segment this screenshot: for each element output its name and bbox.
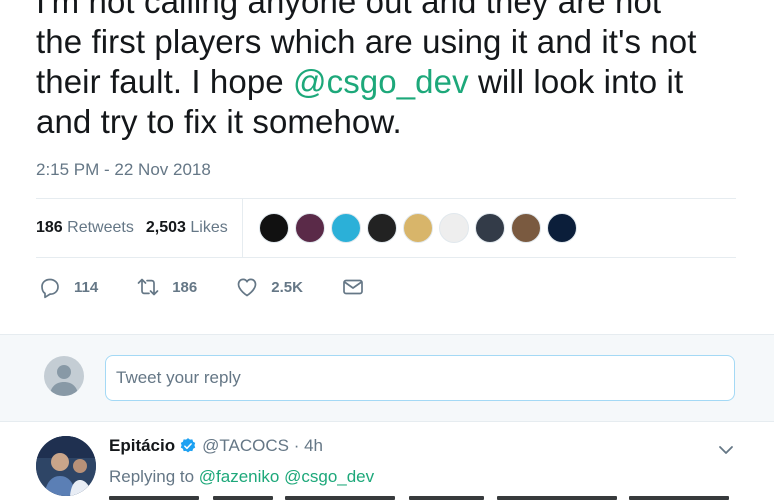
reply-text-cutoff [109, 484, 749, 500]
tweet-text-segment: will look into it [468, 63, 684, 100]
heart-icon [237, 278, 257, 297]
reply-button[interactable]: 114 [38, 275, 98, 299]
user-photo-icon [36, 436, 96, 496]
retweet-icon [137, 278, 159, 296]
avatar[interactable] [36, 436, 96, 496]
direct-message-button[interactable] [341, 275, 365, 299]
text-fragment [497, 496, 617, 500]
divider [241, 199, 243, 257]
tweet-time[interactable]: · 4h [294, 436, 323, 456]
text-fragment [409, 496, 484, 500]
default-user-icon [50, 365, 78, 396]
liker-avatar[interactable] [366, 213, 397, 243]
liker-avatar[interactable] [474, 213, 505, 243]
likes-label: Likes [190, 219, 228, 236]
text-fragment [213, 496, 273, 500]
liker-avatars [258, 213, 583, 243]
tweet-text-line: and try to fix it somehow. [36, 103, 402, 140]
retweets-stat[interactable]: 186 Retweets [36, 219, 134, 237]
verified-badge-icon [180, 438, 196, 453]
tweet-text-segment: their fault. I hope [36, 63, 293, 100]
liker-avatar[interactable] [402, 213, 433, 243]
avatar [44, 356, 84, 396]
text-fragment [285, 496, 395, 500]
tweet-text-line: their fault. I hope @csgo_dev will look … [36, 62, 756, 102]
reply-input[interactable]: Tweet your reply [105, 355, 735, 401]
divider [36, 257, 736, 258]
tweet-text: I'm not calling anyone out and they are … [36, 0, 756, 142]
liker-avatar[interactable] [546, 213, 577, 243]
tweet-text-line: I'm not calling anyone out and they are … [36, 0, 662, 20]
reply-composer: Tweet your reply [0, 334, 774, 422]
reply-count: 114 [74, 278, 99, 296]
like-count: 2.5K [271, 278, 303, 296]
likes-count: 2,503 [145, 219, 186, 236]
envelope-icon [343, 279, 363, 295]
user-name[interactable]: Epitácio [109, 436, 175, 456]
retweet-count: 186 [172, 278, 198, 296]
liker-avatar[interactable] [438, 213, 469, 243]
mention-link-csgo-dev[interactable]: @csgo_dev [293, 63, 469, 100]
tweet-stats: 186 Retweets 2,503 Likes [36, 199, 736, 257]
liker-avatar[interactable] [510, 213, 541, 243]
liker-avatar[interactable] [330, 213, 361, 243]
likes-stat[interactable]: 2,503 Likes [146, 219, 228, 237]
retweets-label: Retweets [67, 219, 134, 236]
user-handle[interactable]: @TACOCS [202, 436, 289, 456]
tweet-timestamp[interactable]: 2:15 PM - 22 Nov 2018 [36, 160, 211, 180]
reply-icon [41, 278, 59, 299]
retweet-button[interactable]: 186 [136, 275, 197, 299]
tweet-text-line: the first players which are using it and… [36, 23, 697, 60]
like-button[interactable]: 2.5K [235, 275, 303, 299]
retweets-count: 186 [36, 219, 63, 236]
liker-avatar[interactable] [258, 213, 289, 243]
tweet-actions: 114 186 2.5K [38, 274, 403, 300]
reply-header: Epitácio @TACOCS · 4h [109, 436, 323, 456]
chevron-down-icon[interactable] [716, 440, 736, 460]
text-fragment [109, 496, 199, 500]
text-fragment [629, 496, 729, 500]
liker-avatar[interactable] [294, 213, 325, 243]
